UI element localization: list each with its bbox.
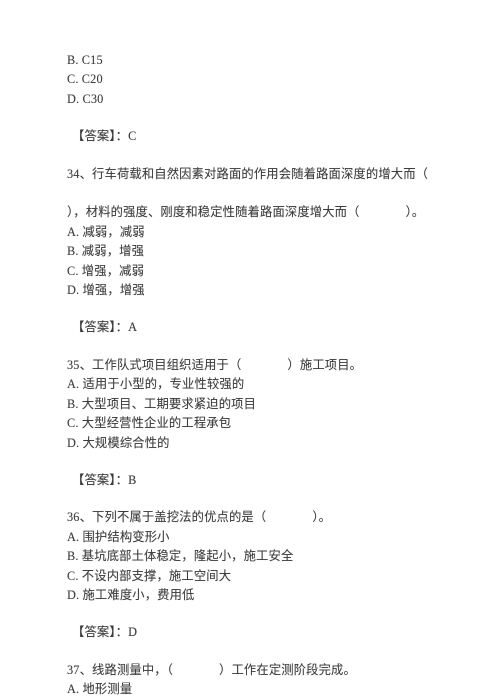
- question-block-34: 34、行车荷载和自然因素对路面的作用会随着路面深度的增大而（ ），材料的强度、刚…: [67, 165, 435, 301]
- question-stem-line: 37、线路测量中，（ ）工作在定测阶段完成。: [67, 661, 435, 680]
- question-stem-text: 35、工作队式项目组织适用于（: [67, 357, 242, 372]
- option-item: B. 大型项目、工期要求紧迫的项目: [67, 396, 257, 411]
- option-item: A. 减弱，减弱: [67, 224, 145, 239]
- carryover-options-block: B. C15 C. C20 D. C30: [67, 51, 435, 109]
- option-item: B. 基坑底部土体稳定，隆起小，施工安全: [67, 549, 294, 564]
- option-item: B. 减弱，增强: [67, 244, 145, 259]
- answer-line: 【答案】：D: [72, 625, 138, 640]
- question-block-37: 37、线路测量中，（ ）工作在定测阶段完成。 A. 地形测量: [67, 661, 435, 700]
- option-item: C. 大型经营性企业的工程承包: [67, 416, 232, 431]
- document-page: B. C15 C. C20 D. C30 【答案】：C 34、行车荷载和自然因素…: [0, 0, 500, 696]
- question-block-35: 35、工作队式项目组织适用于（ ）施工项目。 A. 适用于小型的，专业性较强的 B…: [67, 356, 435, 453]
- option-item: A. 适用于小型的，专业性较强的: [67, 377, 245, 392]
- document-content: B. C15 C. C20 D. C30 【答案】：C 34、行车荷载和自然因素…: [67, 51, 435, 700]
- question-stem-text: ），材料的强度、刚度和稳定性随着路面深度增大而（: [67, 205, 360, 220]
- question-stem-text: 36、下列不属于盖挖法的优点的是（: [67, 510, 267, 525]
- option-item: B. C15: [67, 53, 103, 67]
- question-stem-line: 34、行车荷载和自然因素对路面的作用会随着路面深度的增大而（: [67, 165, 435, 204]
- question-stem-text: 37、线路测量中，（: [67, 662, 174, 677]
- option-item: A. 围护结构变形小: [67, 529, 170, 544]
- option-item: C. C20: [67, 72, 103, 87]
- question-block-36: 36、下列不属于盖挖法的优点的是（ ）。 A. 围护结构变形小 B. 基坑底部土体…: [67, 508, 435, 605]
- question-stem-text-tail: ）施工项目。: [287, 357, 363, 372]
- option-item: C. 增强，减弱: [67, 263, 145, 278]
- option-item: D. 大规模综合性的: [67, 435, 170, 450]
- question-stem-line: 36、下列不属于盖挖法的优点的是（ ）。: [67, 508, 435, 527]
- option-item: D. 增强，增强: [67, 283, 145, 298]
- question-stem-line: ），材料的强度、刚度和稳定性随着路面深度增大而（ ）。: [67, 203, 435, 222]
- answer-line: 【答案】：A: [72, 320, 138, 335]
- answer-line: 【答案】：B: [72, 472, 137, 487]
- question-stem-text-tail: ）工作在定测阶段完成。: [219, 662, 356, 677]
- question-stem-text: 34、行车荷载和自然因素对路面的作用会随着路面深度的增大而（: [67, 166, 429, 181]
- question-stem-line: 35、工作队式项目组织适用于（ ）施工项目。: [67, 356, 435, 375]
- option-item: D. C30: [67, 91, 104, 106]
- option-item: A. 地形测量: [67, 682, 133, 697]
- option-item: C. 不设内部支撑，施工空间大: [67, 568, 232, 583]
- question-stem-text-tail: ）。: [312, 510, 332, 525]
- option-item: D. 施工难度小，费用低: [67, 587, 195, 602]
- question-stem-text-tail: ）。: [405, 205, 425, 220]
- answer-line: 【答案】：C: [72, 129, 137, 144]
